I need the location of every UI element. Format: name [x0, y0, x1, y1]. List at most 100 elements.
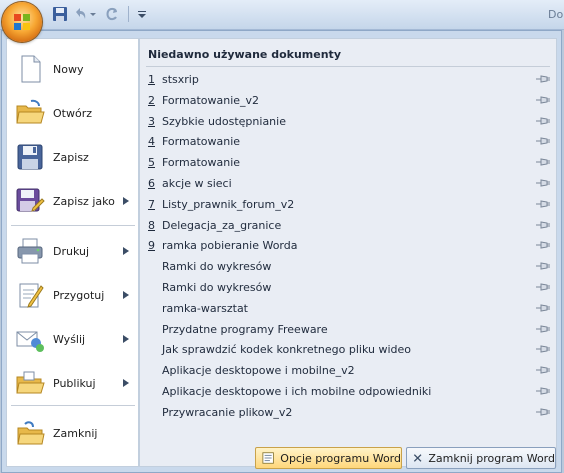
save-icon[interactable] [52, 6, 68, 22]
prepare-icon [19, 283, 44, 308]
menu-item-print[interactable]: Drukuj [7, 229, 138, 273]
menu-item-label: Nowy [53, 62, 84, 76]
recent-documents-panel: Niedawno używane dokumenty 1 stsxrip 2 Form… [139, 38, 557, 467]
pin-icon[interactable] [536, 220, 550, 230]
menu-item-label: Publikuj [53, 376, 96, 390]
new-document-icon [21, 55, 41, 83]
recent-document-item[interactable]: Aplikacje desktopowe i mobilne_v2 [140, 360, 556, 380]
recent-document-name: akcje w sieci [162, 177, 232, 190]
menu-item-label: Zapisz jako [53, 194, 115, 208]
menu-item-label: Zapisz [53, 150, 89, 164]
recent-document-number: 6 [148, 177, 155, 190]
pin-icon[interactable] [536, 261, 550, 271]
recent-documents-header: Niedawno używane dokumenty [148, 48, 341, 61]
recent-document-number: 3 [148, 114, 155, 128]
recent-document-item[interactable]: Ramki do wykresów [140, 256, 556, 276]
menu-item-publish[interactable]: Publikuj [7, 361, 138, 405]
menu-item-open[interactable]: Otwórz [7, 91, 138, 135]
publish-icon [16, 371, 45, 394]
recent-document-item[interactable]: 6 akcje w sieci [140, 173, 556, 193]
menu-item-save[interactable]: Zapisz [7, 135, 138, 179]
undo-icon[interactable] [72, 6, 88, 22]
menu-item-label: Otwórz [53, 106, 92, 120]
send-icon [16, 331, 44, 352]
pin-icon[interactable] [536, 116, 550, 126]
recent-document-item[interactable]: ramka-warsztat [140, 298, 556, 318]
submenu-arrow-icon [123, 247, 129, 255]
menu-item-send[interactable]: Wyślij [7, 317, 138, 361]
word-options-label: Opcje programu Word [280, 451, 401, 465]
pin-icon[interactable] [536, 386, 550, 396]
recent-document-number: 8 [148, 218, 155, 232]
recent-document-name: Formatowanie [162, 135, 241, 149]
menu-item-label: Drukuj [53, 244, 90, 258]
options-icon [262, 452, 274, 464]
pin-icon[interactable] [536, 282, 550, 292]
close-document-icon [17, 421, 45, 445]
pin-icon[interactable] [536, 136, 550, 146]
recent-document-name: Ramki do wykresów [162, 260, 272, 274]
recent-document-item[interactable]: 1 stsxrip [140, 69, 556, 89]
pin-icon[interactable] [536, 178, 550, 188]
recent-document-item[interactable]: 7 Listy_prawnik_forum_v2 [140, 194, 556, 214]
recent-document-item[interactable]: 8 Delegacja_za_granice [140, 215, 556, 235]
pin-icon[interactable] [536, 199, 550, 209]
recent-document-number: 1 [148, 73, 155, 86]
customize-icon[interactable] [137, 6, 147, 22]
recent-document-number: 7 [148, 197, 155, 211]
exit-word-button[interactable]: Zamknij program Word [406, 447, 556, 469]
recent-document-item[interactable]: 4 Formatowanie [140, 131, 556, 151]
office-button[interactable] [2, 2, 42, 42]
redo-icon[interactable] [104, 6, 120, 22]
recent-document-name: stsxrip [162, 73, 199, 86]
recent-document-name: Delegacja_za_granice [162, 218, 282, 232]
command-list: Nowy Otwórz Zapisz Zapisz jako Drukuj Pr… [6, 38, 139, 467]
pin-icon[interactable] [536, 74, 550, 84]
quick-access-toolbar: Do [0, 0, 564, 30]
recent-document-name: Przydatne programy Freeware [162, 322, 328, 336]
window-title: Do [548, 8, 564, 21]
recent-document-item[interactable]: 5 Formatowanie [140, 152, 556, 172]
submenu-arrow-icon [123, 379, 129, 387]
pin-icon[interactable] [536, 324, 550, 334]
recent-document-name: Przywracanie plikow_v2 [162, 405, 293, 419]
word-options-button[interactable]: Opcje programu Word [255, 447, 402, 469]
menu-item-label: Zamknij [53, 426, 98, 440]
recent-document-item[interactable]: Przywracanie plikow_v2 [140, 402, 556, 422]
recent-document-item[interactable]: Ramki do wykresów [140, 277, 556, 297]
pin-icon[interactable] [536, 365, 550, 375]
recent-document-item[interactable]: 9 ramka pobieranie Worda [140, 235, 556, 255]
pin-icon[interactable] [536, 95, 550, 105]
open-folder-icon [16, 99, 45, 124]
recent-document-name: ramka pobieranie Worda [162, 239, 298, 253]
header-divider [146, 66, 550, 67]
submenu-arrow-icon [123, 197, 129, 205]
recent-document-item[interactable]: 3 Szybkie udostępnianie [140, 111, 556, 131]
menu-item-prepare[interactable]: Przygotuj [7, 273, 138, 317]
recent-document-name: Szybkie udostępnianie [162, 114, 286, 128]
submenu-arrow-icon [123, 335, 129, 343]
pin-icon[interactable] [536, 157, 550, 167]
menu-item-save-as[interactable]: Zapisz jako [7, 179, 138, 223]
pin-icon[interactable] [536, 407, 550, 417]
recent-document-number: 2 [148, 93, 155, 107]
recent-document-item[interactable]: 2 Formatowanie_v2 [140, 90, 556, 110]
recent-document-name: Aplikacje desktopowe i mobilne_v2 [162, 364, 355, 378]
pin-icon[interactable] [536, 344, 550, 354]
menu-item-new[interactable]: Nowy [7, 47, 138, 91]
exit-word-label: Zamknij program Word [428, 451, 555, 465]
pin-icon[interactable] [536, 303, 550, 313]
pin-icon[interactable] [536, 240, 550, 250]
submenu-arrow-icon [123, 291, 129, 299]
recent-document-number: 4 [148, 135, 155, 149]
menu-item-close[interactable]: Zamknij [7, 411, 138, 455]
menu-item-label: Przygotuj [53, 288, 105, 302]
recent-document-name: Aplikacje desktopowe i ich mobilne odpow… [162, 385, 432, 398]
recent-document-number: 5 [148, 156, 155, 170]
recent-document-item[interactable]: Jak sprawdzić kodek konkretnego pliku wi… [140, 339, 556, 359]
recent-document-name: Formatowanie [162, 156, 241, 170]
dropdown-arrow-icon[interactable] [89, 6, 97, 22]
recent-document-number: 9 [148, 239, 155, 253]
recent-document-item[interactable]: Przydatne programy Freeware [140, 319, 556, 339]
recent-document-item[interactable]: Aplikacje desktopowe i ich mobilne odpow… [140, 381, 556, 401]
